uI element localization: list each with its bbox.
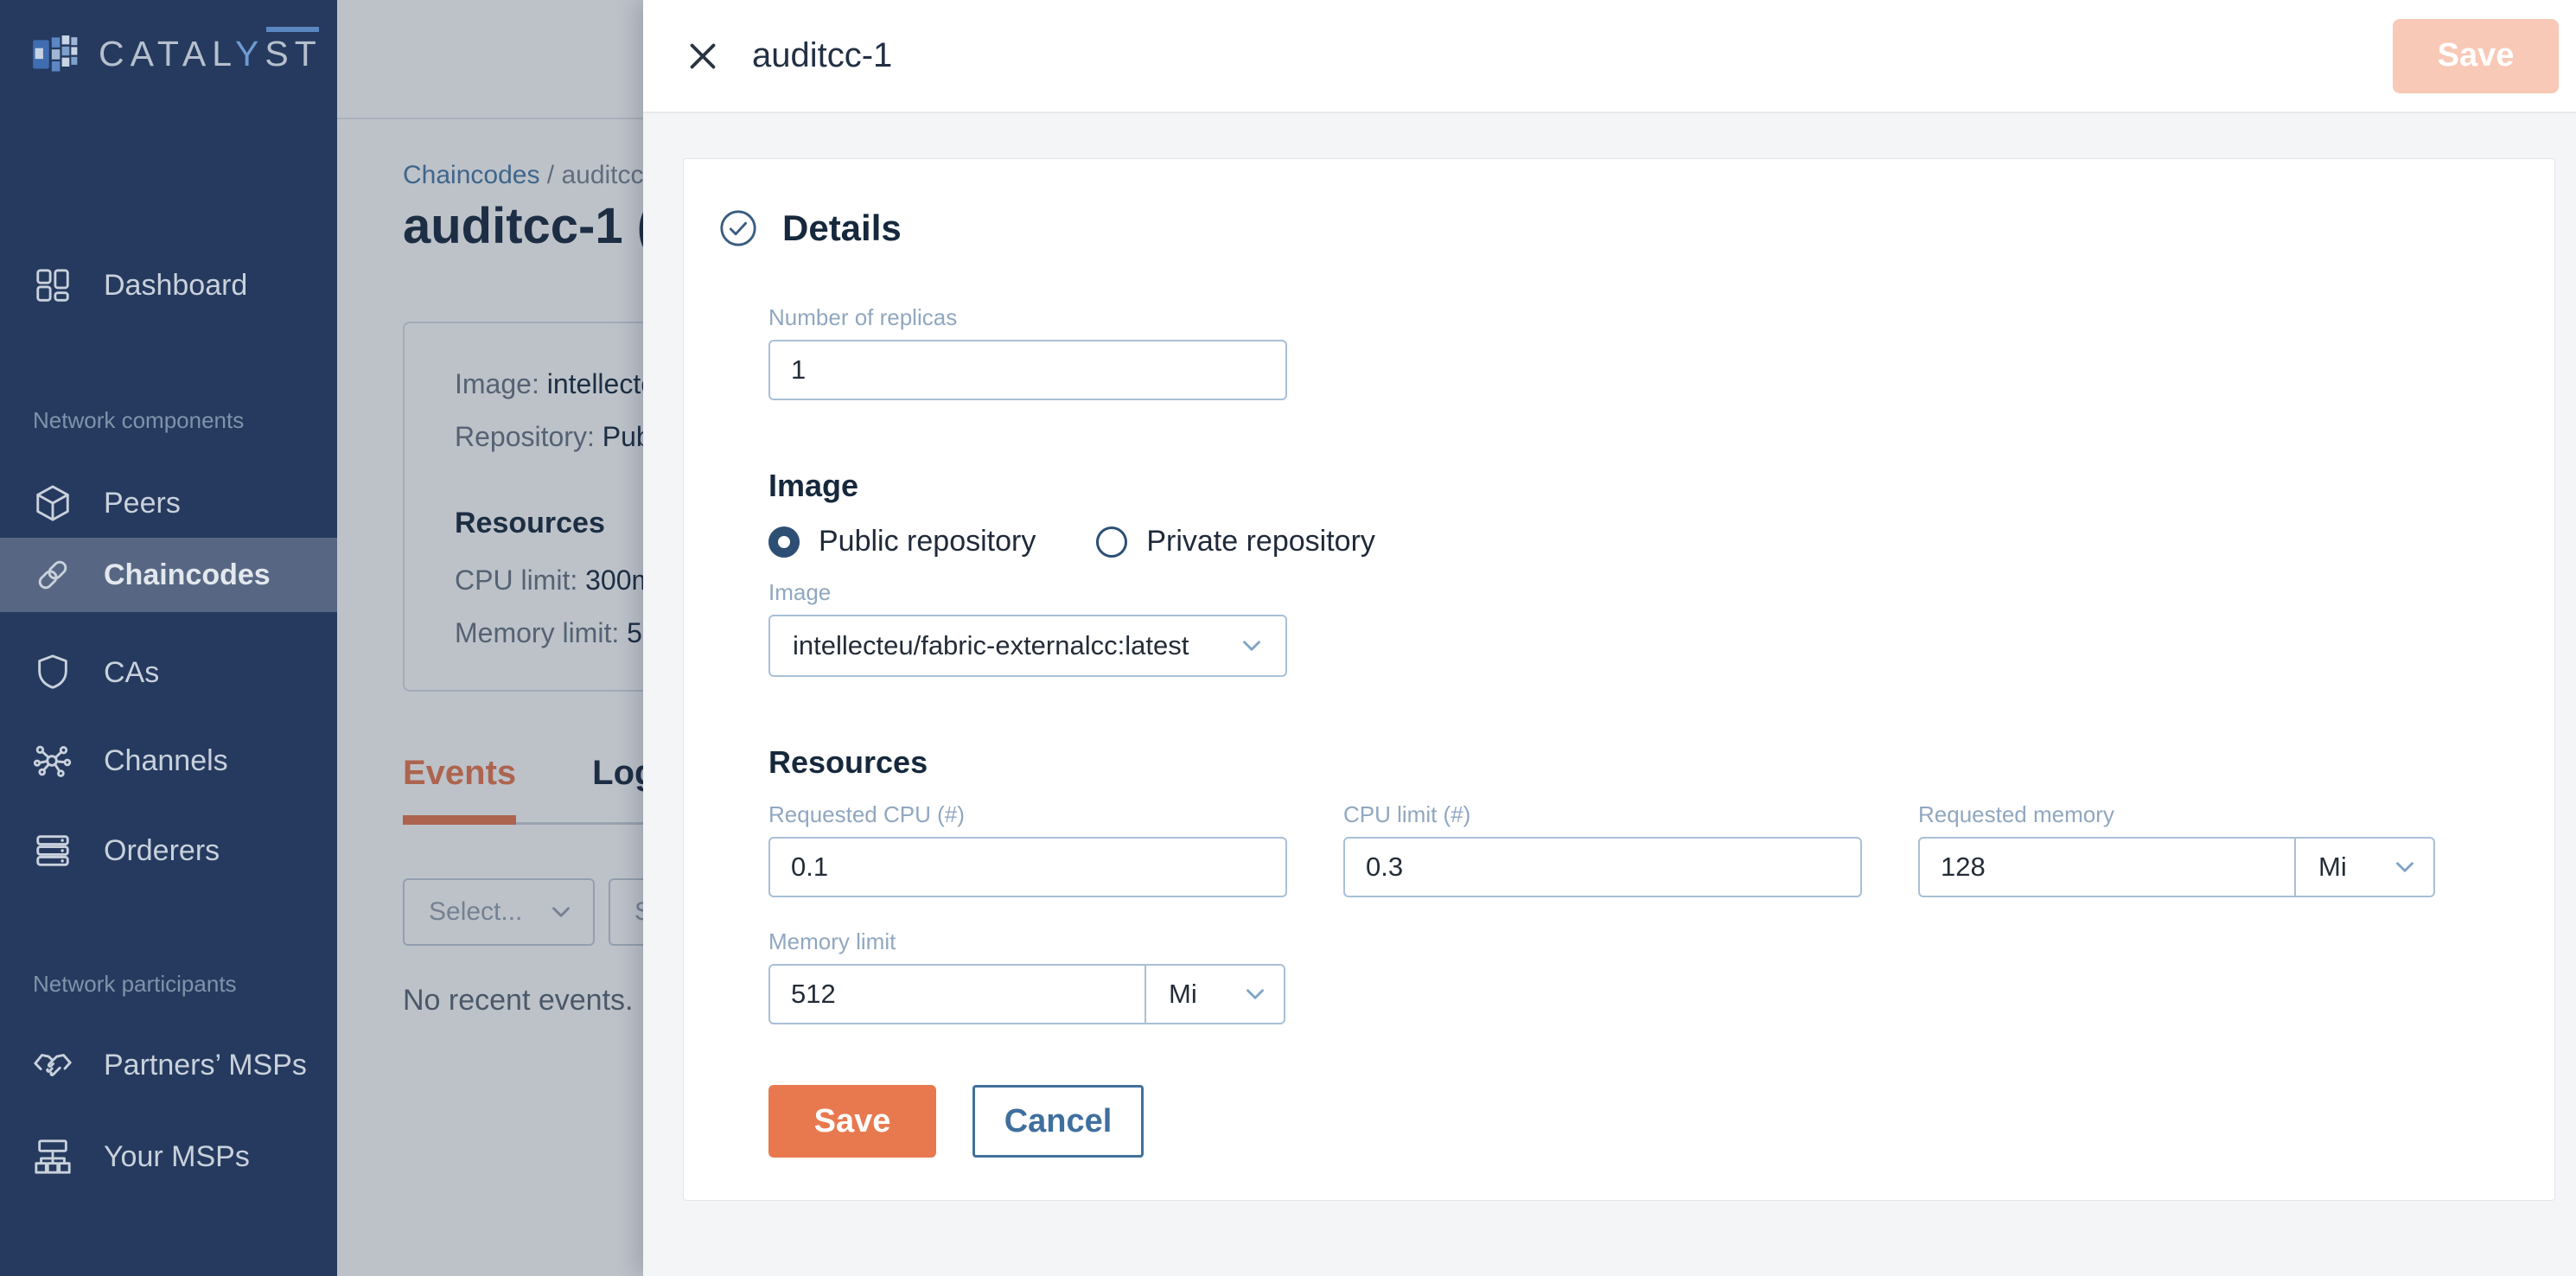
memory-limit-input[interactable] [768,964,1146,1024]
image-select-label: Image [768,579,832,605]
requested-cpu-label: Requested CPU (#) [768,801,965,827]
catalyst-cube-icon [29,29,83,78]
chaincode-edit-drawer: auditcc-1 Save Details Number of replica… [643,0,2576,1276]
form-actions: Save Cancel [768,1085,2554,1158]
chain-link-icon [33,555,73,595]
memory-limit-unit-value: Mi [1169,979,1197,1009]
chevron-down-icon [2390,852,2420,882]
cpu-limit-field: CPU limit (#) [1343,801,1862,897]
requested-memory-label: Requested memory [1918,801,2114,827]
server-stack-icon [33,831,73,871]
replicas-label: Number of replicas [768,304,958,330]
sidebar-item-label: Orderers [104,833,220,867]
details-section-header: Details [718,207,2554,249]
close-icon[interactable] [683,36,723,76]
logo-wordmark: CATALYST [99,33,322,73]
radio-selected-icon[interactable] [768,526,800,558]
sidebar-item-label: Partners’ MSPs [104,1048,307,1081]
cube-icon [33,483,73,523]
cpu-limit-label: CPU limit (#) [1343,801,1471,827]
sidebar-item-your-msps[interactable]: Your MSPs [0,1122,337,1191]
public-repository-option[interactable]: Public repository [768,525,1036,558]
sidebar-item-label: Chaincodes [104,558,271,591]
sidebar-item-peers[interactable]: Peers [0,469,337,538]
sidebar-item-cas[interactable]: CAs [0,638,337,707]
radio-unselected-icon[interactable] [1096,526,1128,558]
chevron-down-icon [1237,631,1266,660]
resources-grid: Requested CPU (#) CPU limit (#) Requeste… [768,801,2554,897]
drawer-header: auditcc-1 Save [643,0,2576,113]
requested-memory-unit-select[interactable]: Mi [2294,837,2435,897]
org-chart-icon [33,1137,73,1177]
check-circle-icon [718,208,758,248]
requested-cpu-input[interactable] [768,837,1287,897]
image-select-value: intellecteu/fabric-externalcc:latest [793,630,1189,660]
handshake-icon [33,1045,73,1085]
requested-memory-field: Requested memory Mi [1918,801,2437,897]
requested-memory-unit-value: Mi [2318,852,2347,882]
sidebar-item-chaincodes[interactable]: Chaincodes [0,538,337,612]
sidebar-item-label: Dashboard [104,268,248,302]
sidebar-item-orderers[interactable]: Orderers [0,816,337,885]
sidebar-item-channels[interactable]: Channels [0,726,337,795]
drawer-form-card: Details Number of replicas Image Public … [683,158,2555,1201]
cancel-button[interactable]: Cancel [972,1085,1144,1158]
details-heading: Details [782,207,902,248]
network-hub-icon [33,741,73,781]
memory-limit-label: Memory limit [768,928,896,954]
header-save-button[interactable]: Save [2393,18,2559,93]
replicas-input[interactable] [768,340,1287,400]
requested-memory-group: Mi [1918,837,2437,897]
drawer-title: auditcc-1 [752,36,893,74]
memory-limit-unit-select[interactable]: Mi [1145,964,1285,1024]
memory-limit-field: Memory limit Mi [768,928,2554,1024]
repository-radio-group: Public repository Private repository [768,525,2554,558]
memory-limit-group: Mi [768,964,1287,1024]
cpu-limit-input[interactable] [1343,837,1862,897]
chevron-down-icon [1240,979,1270,1009]
sidebar-item-label: Your MSPs [104,1139,250,1173]
sidebar-item-label: Peers [104,486,181,520]
save-button[interactable]: Save [768,1085,936,1158]
private-repository-option[interactable]: Private repository [1096,525,1375,558]
requested-cpu-field: Requested CPU (#) [768,801,1287,897]
sidebar-item-label: Channels [104,743,228,777]
sidebar-section-network-components: Network components [33,407,245,433]
public-repository-label: Public repository [819,525,1036,558]
sidebar-section-network-participants: Network participants [33,971,237,997]
resources-section-heading: Resources [768,744,928,780]
app-logo[interactable]: CATALYST [0,0,337,78]
sidebar: CATALYST Dashboard Network components Pe… [0,0,337,1276]
sidebar-item-label: CAs [104,655,160,689]
image-select[interactable]: intellecteu/fabric-externalcc:latest [768,615,1287,677]
image-section-heading: Image [768,468,859,503]
sidebar-item-dashboard[interactable]: Dashboard [0,251,337,320]
private-repository-label: Private repository [1146,525,1375,558]
shield-icon [33,653,73,692]
sidebar-item-partners-msps[interactable]: Partners’ MSPs [0,1030,337,1100]
grid-icon [33,265,73,305]
requested-memory-input[interactable] [1918,837,2296,897]
